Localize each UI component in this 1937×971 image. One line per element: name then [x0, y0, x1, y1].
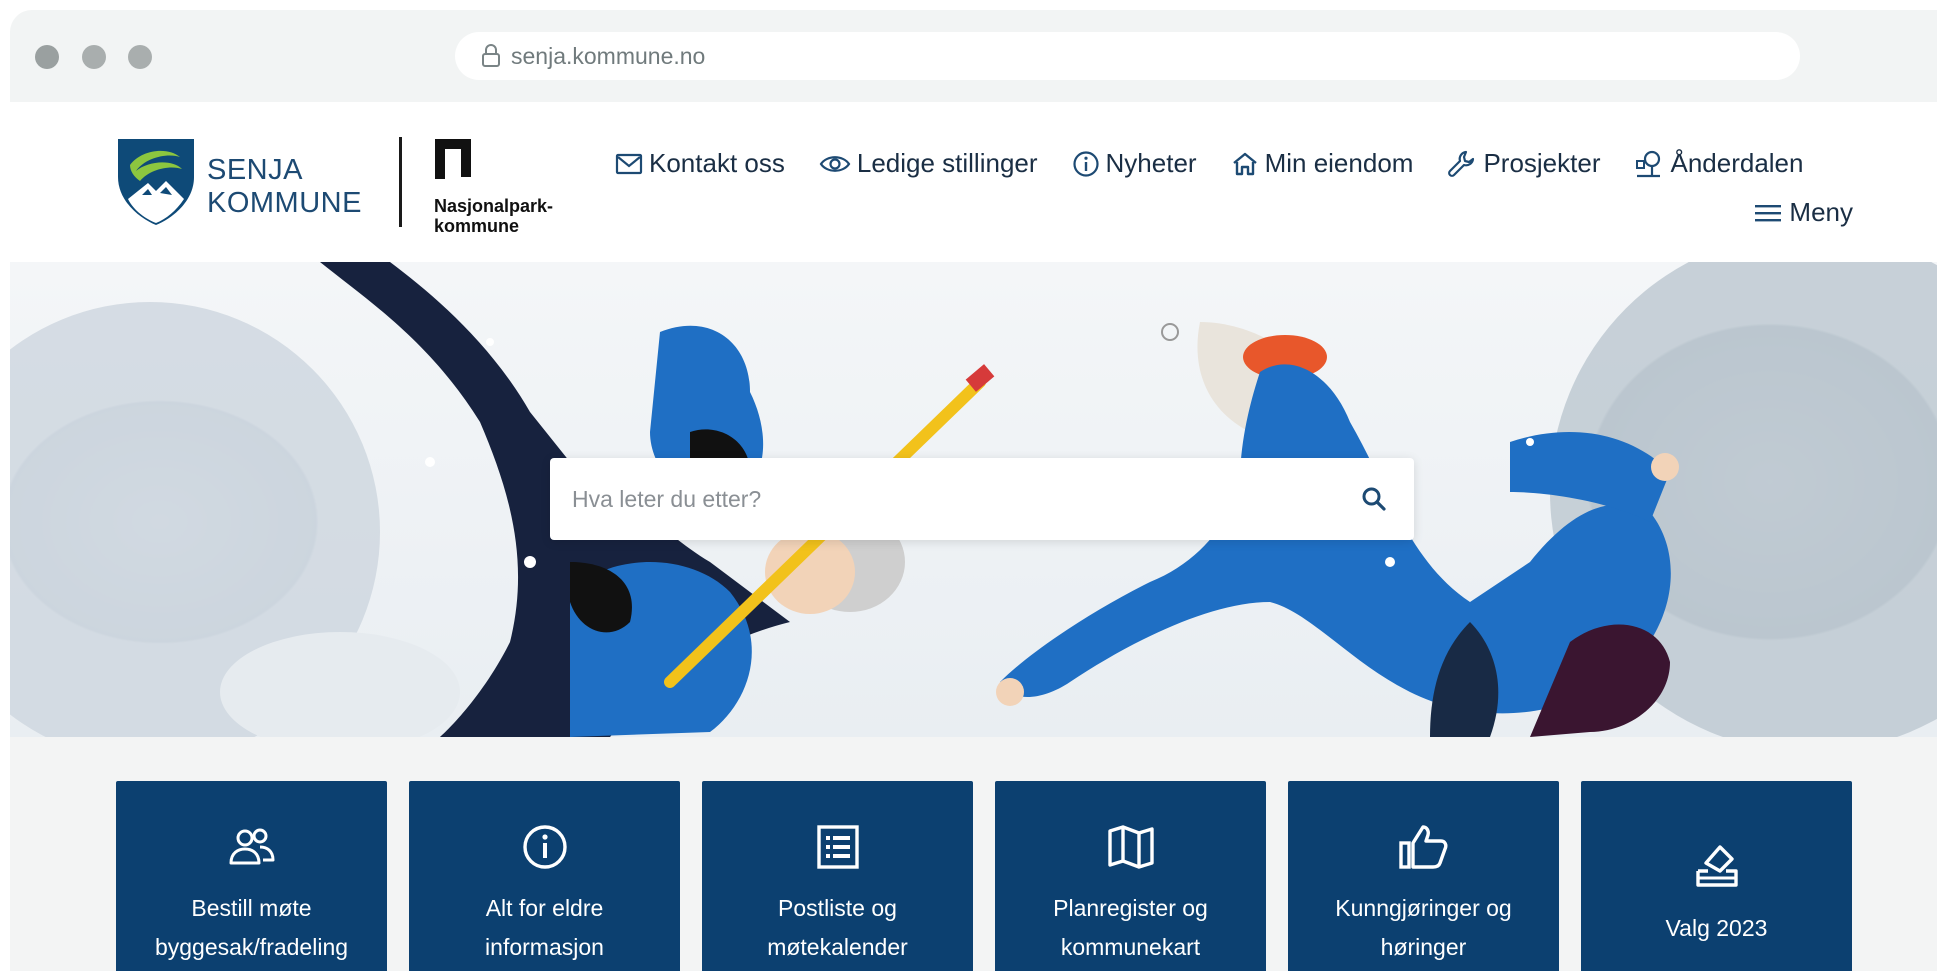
tile-label-line2: møtekalender: [767, 934, 908, 960]
search-button[interactable]: [1356, 481, 1392, 517]
tile-planregister[interactable]: Planregister og kommunekart: [995, 781, 1266, 971]
search-input[interactable]: [572, 485, 1356, 513]
logo-divider: [399, 137, 402, 227]
tile-label: Postliste og møtekalender: [767, 889, 908, 967]
nav-ledige-stillinger[interactable]: Ledige stillinger: [819, 148, 1038, 179]
tile-alt-for-eldre[interactable]: Alt for eldre informasjon: [409, 781, 680, 971]
tile-label-line1: Planregister og: [1053, 895, 1208, 921]
search-icon: [1362, 487, 1386, 511]
tile-label: Bestill møte byggesak/fradeling: [155, 889, 348, 967]
top-navigation: Kontakt oss Ledige stillinger Nyheter Mi…: [615, 148, 1803, 179]
site-header: SENJA KOMMUNE Nasjonalpark- kommune Kont…: [10, 102, 1937, 262]
tile-bestill-mote[interactable]: Bestill møte byggesak/fradeling: [116, 781, 387, 971]
senja-shield-logo[interactable]: [116, 137, 196, 227]
list-icon: [816, 817, 859, 877]
senja-wordmark[interactable]: SENJA KOMMUNE: [207, 154, 362, 220]
tile-label-line1: Bestill møte: [191, 895, 312, 921]
nav-nyheter[interactable]: Nyheter: [1072, 148, 1197, 179]
quick-links-section: Bestill møte byggesak/fradeling Alt for …: [10, 737, 1937, 971]
tile-label: Valg 2023: [1666, 909, 1768, 948]
thumbs-up-icon: [1398, 817, 1449, 877]
window-minimize-button[interactable]: [82, 45, 106, 69]
tile-valg-2023[interactable]: Valg 2023: [1581, 781, 1852, 971]
nav-label: Ledige stillinger: [856, 148, 1038, 178]
tile-label-line2: informasjon: [485, 934, 604, 960]
menu-button[interactable]: Meny: [1755, 197, 1853, 228]
hero-banner: [10, 262, 1937, 737]
nav-label: Kontakt oss: [649, 148, 785, 178]
nasjonalpark-icon: [435, 139, 471, 179]
np-line-1: Nasjonalpark-: [434, 196, 554, 216]
address-bar-url: senja.kommune.no: [511, 42, 706, 69]
tile-label: Alt for eldre informasjon: [485, 889, 604, 967]
nav-label: Prosjekter: [1483, 148, 1601, 178]
info-icon: [1072, 150, 1099, 177]
nav-label: Ånderdalen: [1670, 148, 1804, 178]
mail-icon: [615, 153, 643, 174]
wrench-icon: [1448, 150, 1475, 177]
tile-label-line1: Alt for eldre: [485, 895, 604, 921]
browser-chrome: senja.kommune.no: [10, 10, 1937, 102]
browser-window: senja.kommune.no SENJA KOMMUNE Nasjonalp…: [10, 10, 1937, 971]
ballot-icon: [1694, 835, 1740, 895]
nasjonalpark-label: Nasjonalpark- kommune: [434, 196, 553, 236]
nav-min-eiendom[interactable]: Min eiendom: [1231, 148, 1414, 179]
nav-prosjekter[interactable]: Prosjekter: [1447, 148, 1600, 179]
viewpoint-icon: [1636, 150, 1661, 177]
window-close-button[interactable]: [35, 45, 59, 69]
eye-icon: [819, 155, 851, 172]
tile-label-line2: kommunekart: [1060, 934, 1201, 960]
tile-label-line2: byggesak/fradeling: [154, 934, 349, 960]
tile-label: Planregister og kommunekart: [1053, 889, 1208, 967]
tile-label-line1: Valg 2023: [1665, 915, 1768, 941]
np-line-2: kommune: [434, 216, 520, 236]
info-icon: [521, 817, 569, 877]
home-icon: [1232, 152, 1257, 175]
hamburger-icon: [1755, 204, 1782, 221]
logo-line-2: KOMMUNE: [207, 187, 362, 219]
users-icon: [228, 817, 276, 877]
tile-label-line2: høringer: [1380, 934, 1467, 960]
menu-label: Meny: [1789, 197, 1853, 227]
quick-links: Bestill møte byggesak/fradeling Alt for …: [116, 781, 1852, 971]
search-bar: [550, 458, 1414, 540]
tile-postliste[interactable]: Postliste og møtekalender: [702, 781, 973, 971]
nav-label: Nyheter: [1105, 148, 1197, 178]
logo-line-1: SENJA: [207, 154, 303, 186]
lock-icon: [482, 44, 500, 67]
tile-label-line1: Kunngjøringer og: [1335, 895, 1512, 921]
tile-kunngjoringer[interactable]: Kunngjøringer og høringer: [1288, 781, 1559, 971]
window-maximize-button[interactable]: [128, 45, 152, 69]
tile-label-line1: Postliste og: [778, 895, 897, 921]
nav-label: Min eiendom: [1264, 148, 1414, 178]
map-icon: [1107, 817, 1154, 877]
nav-kontakt-oss[interactable]: Kontakt oss: [615, 148, 785, 179]
tile-label: Kunngjøringer og høringer: [1335, 889, 1511, 967]
nav-anderdalen[interactable]: Ånderdalen: [1634, 148, 1803, 179]
address-bar[interactable]: senja.kommune.no: [455, 32, 1800, 80]
